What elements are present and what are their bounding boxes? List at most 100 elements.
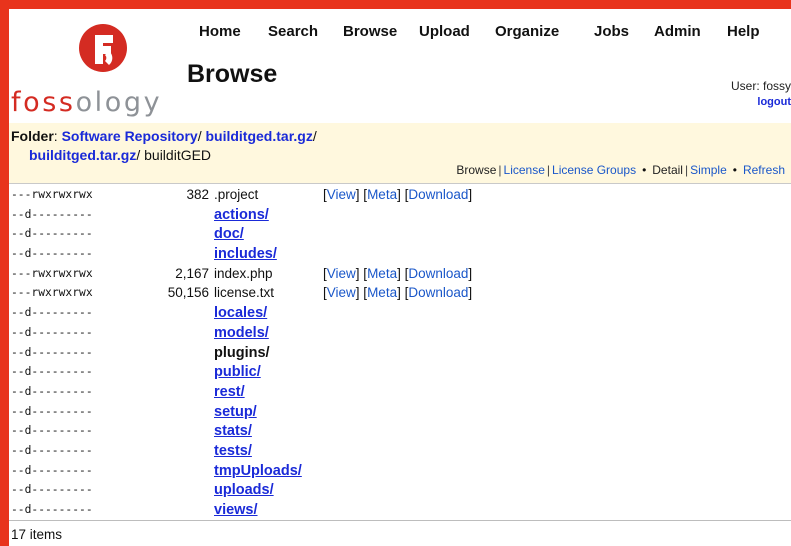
file-row: --d--------- setup/ (9, 404, 791, 424)
file-row: --d--------- tests/ (9, 443, 791, 463)
file-permissions: --d--------- (11, 345, 93, 359)
file-name: .project (214, 187, 259, 202)
breadcrumb-software-repository[interactable]: Software Repository (62, 128, 198, 144)
view-license-groups[interactable]: License Groups (552, 163, 636, 177)
user-label: User: fossy (730, 79, 791, 93)
download-link[interactable]: Download (408, 266, 468, 281)
folder-link[interactable]: locales/ (214, 305, 267, 321)
breadcrumb: Folder: Software Repository/ builditged.… (11, 128, 317, 144)
breadcrumb-archive[interactable]: builditged.tar.gz (29, 147, 136, 163)
nav-admin[interactable]: Admin (654, 23, 701, 40)
file-permissions: --d--------- (11, 384, 93, 398)
file-permissions: --d--------- (11, 227, 93, 241)
folder-link[interactable]: rest/ (214, 384, 245, 400)
folder-link[interactable]: uploads/ (214, 482, 274, 498)
breadcrumb-upload[interactable]: builditged.tar.gz (205, 128, 312, 144)
page-title: Browse (187, 60, 278, 88)
item-count: 17 items (11, 527, 63, 542)
file-row: --d--------- models/ (9, 325, 791, 345)
folder-link[interactable]: models/ (214, 325, 269, 341)
file-row: ---rwxrwxrwx 50,156 license.txt [View] [Met… (9, 285, 791, 305)
file-permissions: ---rwxrwxrwx (11, 266, 93, 280)
nav-browse[interactable]: Browse (343, 23, 397, 40)
folder-bar: Folder: Software Repository/ builditged.… (9, 123, 791, 184)
file-row: --d--------- stats/ (9, 423, 791, 443)
folder-link[interactable]: stats/ (214, 423, 252, 439)
file-permissions: --d--------- (11, 404, 93, 418)
logo-wordmark: fossology (11, 87, 163, 118)
nav-jobs[interactable]: Jobs (594, 23, 629, 40)
file-row: --d--------- includes/ (9, 246, 791, 266)
file-permissions: ---rwxrwxrwx (11, 286, 93, 300)
folder-link[interactable]: setup/ (214, 404, 257, 420)
folder-link[interactable]: tmpUploads/ (214, 463, 302, 479)
view-browse: Browse (456, 163, 497, 177)
folder-link[interactable]: tests/ (214, 443, 252, 459)
file-permissions: --d--------- (11, 503, 93, 516)
file-permissions: --d--------- (11, 247, 93, 261)
browser-frame: fossology Home Search Browse Upload Orga… (9, 9, 791, 546)
folder-label: Folder (11, 128, 54, 144)
file-size: 2,167 (175, 265, 209, 281)
folder-link[interactable]: public/ (214, 364, 261, 380)
refresh-link[interactable]: Refresh (743, 163, 785, 177)
file-row: --d--------- plugins/ (9, 345, 791, 365)
file-name: index.php (214, 265, 273, 281)
file-actions: [View] [Meta] [Download] (323, 187, 473, 202)
breadcrumb-current: builditGED (144, 147, 212, 163)
nav-home[interactable]: Home (199, 23, 241, 40)
fossology-logo[interactable]: fossology (9, 23, 184, 119)
view-detail: Detail (652, 163, 683, 177)
download-link[interactable]: Download (408, 285, 468, 300)
file-permissions: --d--------- (11, 325, 93, 339)
file-permissions: --d--------- (11, 443, 93, 457)
divider (9, 520, 791, 521)
meta-link[interactable]: Meta (367, 285, 397, 300)
user-info: User: fossy logout (731, 79, 791, 110)
folder-link[interactable]: doc/ (214, 226, 244, 242)
nav-search[interactable]: Search (268, 23, 318, 40)
fossology-logo-icon (79, 24, 127, 72)
file-actions: [View] [Meta] [Download] (323, 265, 473, 281)
file-permissions: --d--------- (11, 424, 93, 438)
file-size: 50,156 (167, 285, 209, 301)
view-link[interactable]: View (327, 187, 356, 202)
file-row: --d--------- public/ (9, 364, 791, 384)
logout-link[interactable]: logout (757, 96, 791, 108)
nav-help[interactable]: Help (727, 23, 760, 40)
file-row: ---rwxrwxrwx 2,167 index.php [View] [Meta] … (9, 266, 791, 286)
file-permissions: --d--------- (11, 463, 93, 477)
file-row: --d--------- actions/ (9, 207, 791, 227)
meta-link[interactable]: Meta (367, 187, 397, 202)
view-link[interactable]: View (327, 285, 356, 300)
file-row: --d--------- rest/ (9, 384, 791, 404)
view-simple[interactable]: Simple (690, 163, 727, 177)
file-row: --d--------- locales/ (9, 305, 791, 325)
download-link[interactable]: Download (408, 187, 468, 202)
file-permissions: --d--------- (11, 306, 93, 320)
nav-upload[interactable]: Upload (419, 23, 470, 40)
file-permissions: --d--------- (11, 207, 93, 221)
file-row: --d--------- doc/ (9, 226, 791, 246)
folder-link[interactable]: includes/ (214, 246, 277, 262)
folder-link[interactable]: actions/ (214, 207, 269, 223)
file-permissions: --d--------- (11, 365, 93, 379)
file-permissions: ---rwxrwxrwx (11, 188, 93, 201)
file-list: ---rwxrwxrwx 382 .project [View] [Meta] [Do… (9, 187, 791, 522)
file-row: --d--------- views/ (9, 502, 791, 522)
main-nav: Home Search Browse Upload Organize Jobs … (199, 23, 791, 47)
view-options: Browse | License | License Groups • Detail | Sim… (456, 163, 785, 177)
file-row: --d--------- tmpUploads/ (9, 463, 791, 483)
file-name: license.txt (214, 285, 275, 301)
breadcrumb-line-2: builditged.tar.gz/ builditGED (29, 147, 212, 163)
file-actions: [View] [Meta] [Download] (323, 285, 473, 301)
folder-link[interactable]: views/ (214, 502, 258, 518)
meta-link[interactable]: Meta (367, 266, 397, 281)
file-row: ---rwxrwxrwx 382 .project [View] [Meta] [Do… (9, 187, 791, 207)
view-license[interactable]: License (504, 163, 545, 177)
file-row: --d--------- uploads/ (9, 482, 791, 502)
view-link[interactable]: View (327, 266, 356, 281)
file-size: 382 (186, 187, 209, 202)
file-permissions: --d--------- (11, 483, 93, 497)
nav-organize[interactable]: Organize (495, 23, 559, 40)
